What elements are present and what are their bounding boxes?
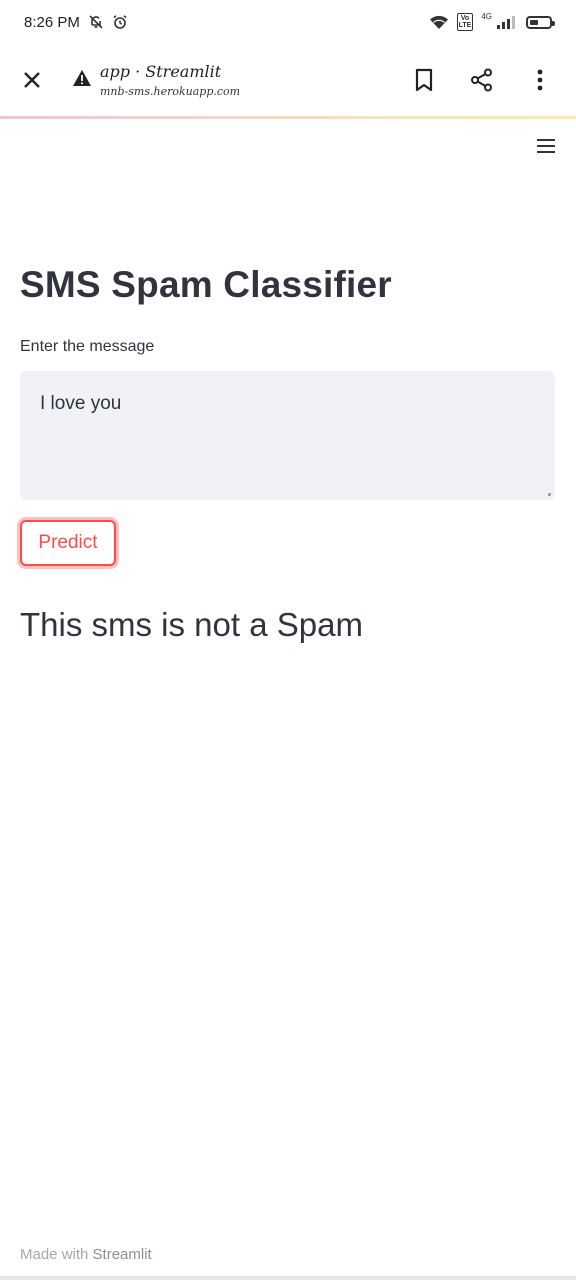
share-icon[interactable] — [468, 66, 496, 94]
predict-button[interactable]: Predict — [20, 520, 116, 566]
hamburger-menu-icon[interactable] — [536, 138, 556, 159]
footer: Made with Streamlit — [20, 1246, 152, 1263]
streamlit-link[interactable]: Streamlit — [93, 1246, 152, 1263]
resize-handle[interactable] — [548, 493, 551, 496]
alarm-icon — [112, 14, 128, 30]
message-input[interactable]: I love you — [20, 371, 555, 500]
footer-text: Made with — [20, 1246, 93, 1263]
url-texts: app · Streamlit mnb-sms.herokuapp.com — [100, 62, 240, 98]
prediction-result: This sms is not a Spam — [20, 606, 363, 643]
wifi-icon — [429, 14, 449, 30]
page-title: SMS Spam Classifier — [20, 264, 392, 305]
status-bar: 8:26 PM Vo LTE 4G — [0, 0, 576, 44]
tab-page-title: app · Streamlit — [100, 62, 222, 81]
status-right: Vo LTE 4G — [429, 11, 555, 31]
signal-icon — [496, 15, 518, 29]
battery-level — [530, 19, 538, 25]
page-load-divider — [0, 116, 576, 119]
navigation-bar-edge — [0, 1276, 576, 1280]
message-input-label: Enter the message — [20, 338, 155, 355]
bookmark-icon[interactable] — [410, 66, 438, 94]
address-area[interactable]: app · Streamlit mnb-sms.herokuapp.com — [72, 62, 410, 98]
message-input-value: I love you — [40, 393, 122, 414]
status-time: 8:26 PM — [24, 13, 80, 31]
warning-icon[interactable] — [72, 69, 92, 92]
network-type-label: 4G — [481, 11, 492, 21]
browser-toolbar: app · Streamlit mnb-sms.herokuapp.com — [0, 44, 576, 116]
close-icon[interactable] — [18, 66, 46, 94]
battery-icon — [526, 15, 555, 29]
browser-actions — [410, 66, 554, 94]
more-vertical-icon[interactable] — [526, 66, 554, 94]
volte-icon: Vo LTE — [456, 13, 474, 31]
status-left: 8:26 PM — [24, 14, 128, 31]
page-url: mnb-sms.herokuapp.com — [100, 85, 241, 98]
bell-off-icon — [88, 14, 104, 30]
